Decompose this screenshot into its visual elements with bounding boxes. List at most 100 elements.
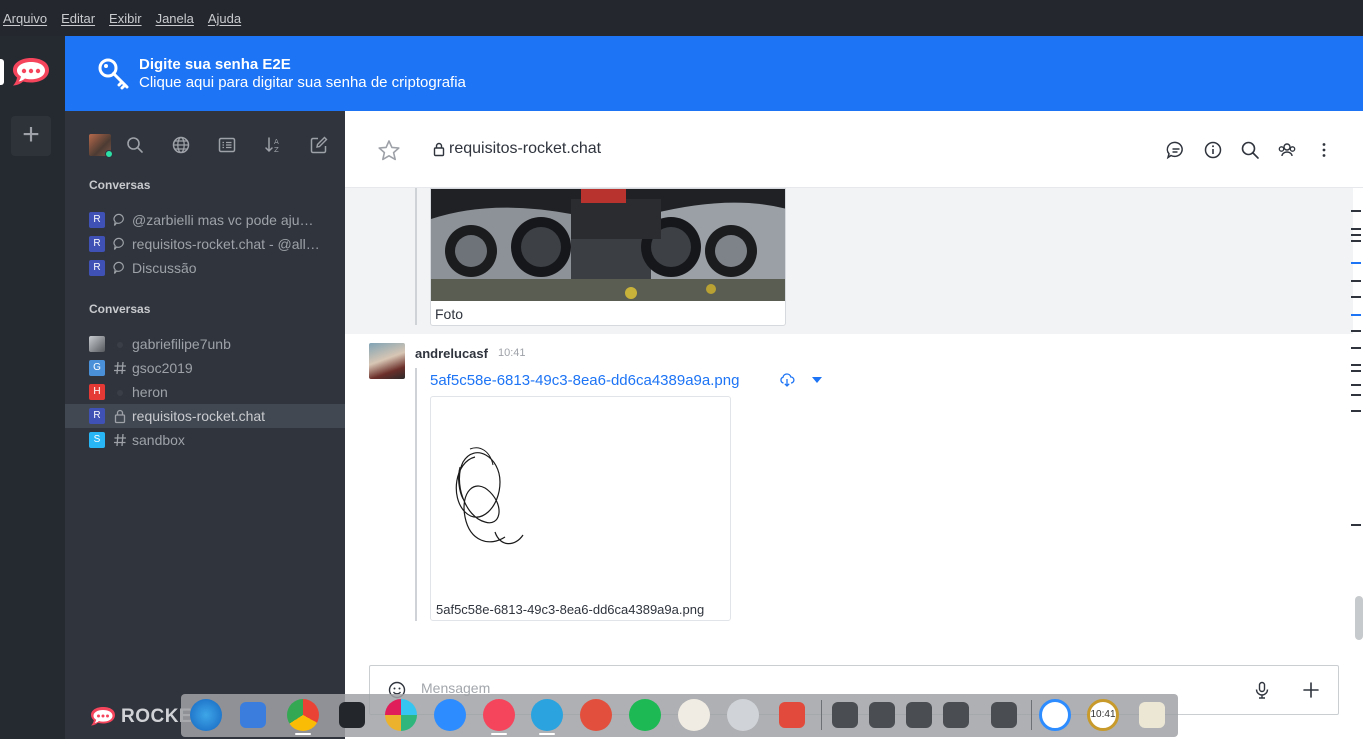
section-title-conversations: Conversas xyxy=(89,302,151,316)
motorcycle-photo xyxy=(431,189,785,301)
sidebar-item-sandbox[interactable]: S sandbox xyxy=(65,428,345,452)
directory-globe-icon[interactable] xyxy=(171,135,191,155)
scroll-mark xyxy=(1351,330,1361,332)
signature-image xyxy=(455,447,524,545)
clock-icon[interactable]: 10:41 xyxy=(1087,699,1119,731)
power-icon[interactable] xyxy=(1039,699,1071,731)
user-avatar[interactable] xyxy=(89,134,113,158)
menu-arquivo[interactable]: Arquivo xyxy=(3,11,47,26)
room-name: heron xyxy=(132,384,168,400)
scroll-mark xyxy=(1351,364,1361,366)
scroll-mark xyxy=(1351,410,1361,412)
collapse-caret-icon[interactable] xyxy=(811,375,823,385)
room-name: gsoc2019 xyxy=(132,360,193,376)
room-name: @zarbielli mas vc pode aju… xyxy=(132,212,314,228)
message-list[interactable]: Foto andrelucasf 10:41 5af5c58e-6813-49c… xyxy=(345,188,1353,653)
room-avatar: R xyxy=(89,260,105,276)
message-avatar[interactable] xyxy=(369,343,405,379)
dock-separator xyxy=(821,700,822,730)
attachment-file-link[interactable]: 5af5c58e-6813-49c3-8ea6-dd6ca4389a9a.png xyxy=(430,372,739,389)
add-server-button[interactable]: + xyxy=(11,116,51,156)
favorite-star-icon[interactable] xyxy=(376,138,402,164)
menu-ajuda[interactable]: Ajuda xyxy=(208,11,241,26)
telegram-icon[interactable] xyxy=(531,699,563,731)
postman-icon[interactable] xyxy=(580,699,612,731)
image-attachment[interactable]: Foto xyxy=(430,188,786,326)
screen-recorder-icon[interactable] xyxy=(779,702,805,728)
sidebar-item-discussion[interactable]: R requisitos-rocket.chat - @all… xyxy=(65,232,345,256)
popcorn-time-icon[interactable] xyxy=(678,699,710,731)
rocketchat-server-icon[interactable] xyxy=(10,52,52,92)
create-new-icon[interactable] xyxy=(309,135,329,155)
menu-janela[interactable]: Janela xyxy=(156,11,194,26)
tray-vpn-icon[interactable] xyxy=(832,702,858,728)
sort-icon[interactable]: AZ xyxy=(263,135,283,155)
message-andrelucasf: andrelucasf 10:41 5af5c58e-6813-49c3-8ea… xyxy=(345,334,1353,653)
sidebar-item-requisitos-rocket-chat[interactable]: R requisitos-rocket.chat xyxy=(65,404,345,428)
trash-icon[interactable] xyxy=(1139,702,1165,728)
discussions-icon[interactable] xyxy=(1165,139,1187,161)
add-attachment-icon[interactable] xyxy=(1301,680,1321,700)
menu-exibir[interactable]: Exibir xyxy=(109,11,142,26)
chrome-icon[interactable] xyxy=(287,699,319,731)
usb-icon[interactable] xyxy=(869,702,895,728)
download-cloud-icon[interactable] xyxy=(779,372,795,388)
sidebar: AZ Conversas R @zarbielli mas vc pode aj… xyxy=(65,111,345,739)
scroll-mark xyxy=(1351,228,1361,230)
kebab-menu-icon[interactable] xyxy=(1313,139,1335,161)
discussion-icon xyxy=(113,261,124,274)
room-avatar: R xyxy=(89,212,105,228)
members-icon[interactable] xyxy=(1276,139,1298,161)
info-icon[interactable] xyxy=(1202,139,1224,161)
discussion-icon xyxy=(113,213,124,226)
search-messages-icon[interactable] xyxy=(1239,139,1261,161)
store-app-icon[interactable] xyxy=(240,702,266,728)
lock-icon xyxy=(114,409,126,424)
rocketchat-logo-icon xyxy=(91,707,115,726)
sidebar-item-gsoc2019[interactable]: G gsoc2019 xyxy=(65,356,345,380)
menu-editar[interactable]: Editar xyxy=(61,11,95,26)
rocketchat-dock-icon[interactable] xyxy=(483,699,515,731)
attachment-bar xyxy=(415,188,417,325)
image-attachment[interactable]: 5af5c58e-6813-49c3-8ea6-dd6ca4389a9a.png xyxy=(430,396,731,621)
scroll-mark xyxy=(1351,296,1361,298)
sidebar-item-heron[interactable]: H heron xyxy=(65,380,345,404)
wifi-icon[interactable] xyxy=(943,702,969,728)
active-server-marker xyxy=(0,59,4,85)
microphone-icon[interactable] xyxy=(1252,680,1272,700)
e2e-password-banner[interactable]: Digite sua senha E2E Clique aqui para di… xyxy=(65,36,1363,111)
collapse-tray-icon[interactable] xyxy=(991,702,1017,728)
desktop-dock: 10:41 xyxy=(181,694,1178,737)
room-avatar: H xyxy=(89,384,105,400)
sidebar-item-discussion[interactable]: R Discussão xyxy=(65,256,345,280)
spotify-icon[interactable] xyxy=(629,699,661,731)
online-status-dot xyxy=(105,150,113,158)
scroll-mark xyxy=(1351,347,1361,349)
scroll-mark xyxy=(1351,210,1361,212)
sidebar-item-discussion[interactable]: R @zarbielli mas vc pode aju… xyxy=(65,208,345,232)
sidebar-toolbar: AZ xyxy=(89,133,329,158)
photo-image[interactable] xyxy=(431,189,785,301)
sidebar-item-gabriefilipe7unb[interactable]: gabriefilipe7unb xyxy=(65,332,345,356)
deepin-launcher-icon[interactable] xyxy=(190,699,222,731)
key-icon xyxy=(98,58,129,90)
scroll-mark xyxy=(1351,384,1361,386)
message-username[interactable]: andrelucasf xyxy=(415,346,488,361)
vscode-icon[interactable] xyxy=(339,702,365,728)
server-rail: + xyxy=(0,36,65,739)
svg-text:Z: Z xyxy=(274,146,279,154)
settings-gear-icon[interactable] xyxy=(727,699,759,731)
banner-subtitle: Clique aqui para digitar sua senha de cr… xyxy=(139,74,466,91)
scrollbar-thumb[interactable] xyxy=(1355,596,1363,640)
svg-text:A: A xyxy=(274,138,279,146)
volume-icon[interactable] xyxy=(906,702,932,728)
offline-status-dot xyxy=(117,342,123,348)
search-icon[interactable] xyxy=(125,135,145,155)
message-scrollbar[interactable] xyxy=(1350,200,1363,640)
slack-icon[interactable] xyxy=(385,699,417,731)
zoom-icon[interactable] xyxy=(434,699,466,731)
view-mode-icon[interactable] xyxy=(217,135,237,155)
room-avatar: S xyxy=(89,432,105,448)
room-avatar: R xyxy=(89,236,105,252)
room-name: requisitos-rocket.chat xyxy=(132,408,266,424)
